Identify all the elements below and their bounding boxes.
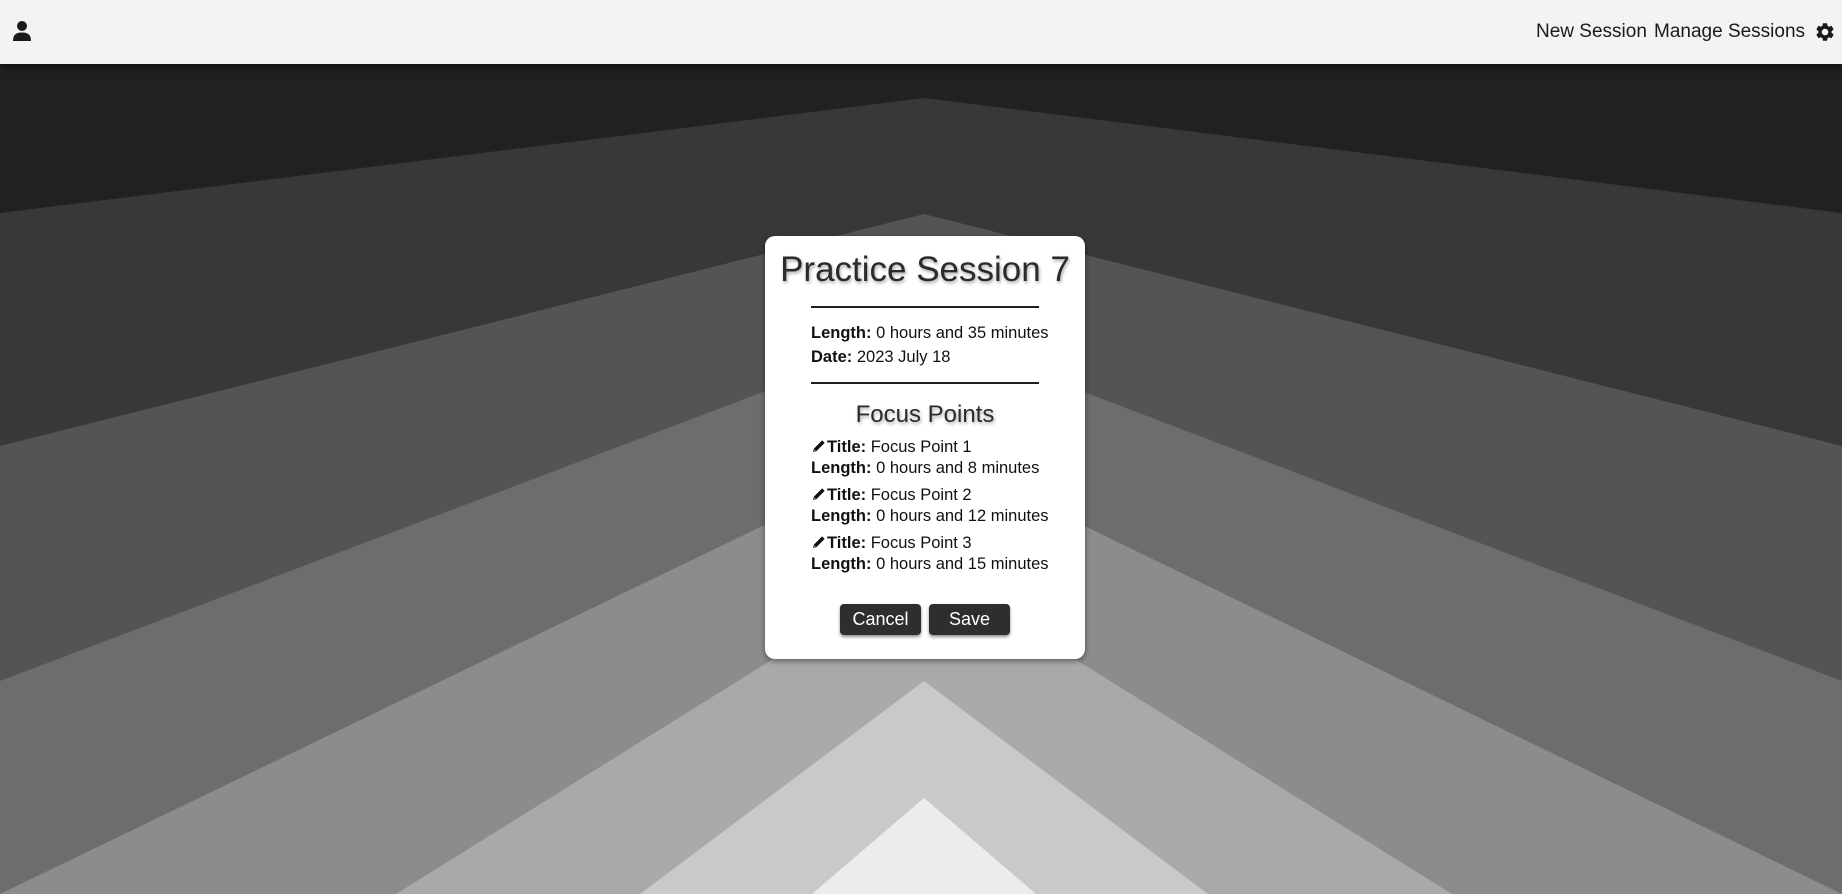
session-date-value: 2023 July 18 [856,348,951,366]
focus-point-title-label: Title: [827,486,867,504]
divider [811,306,1039,308]
focus-point-length-row: Length: 0 hours and 12 minutes [811,505,1049,527]
session-length-label: Length: [811,324,872,342]
user-icon[interactable] [12,20,32,42]
focus-point-length-label: Length: [811,459,872,477]
focus-point-item: Title: Focus Point 3 Length: 0 hours and… [811,532,1051,576]
save-button[interactable]: Save [929,604,1010,635]
pencil-icon[interactable] [811,439,826,454]
session-length: Length: 0 hours and 35 minutes [811,322,1049,344]
cancel-button[interactable]: Cancel [840,604,921,635]
divider [811,382,1039,384]
focus-point-title-row: Title: Focus Point 1 [811,436,972,458]
top-navigation-bar: New Session Manage Sessions [0,0,1842,64]
focus-point-title: Focus Point 2 [870,486,972,504]
gear-icon[interactable] [1814,21,1836,43]
session-length-value: 0 hours and 35 minutes [876,324,1049,342]
focus-point-length-label: Length: [811,555,872,573]
focus-point-length: 0 hours and 12 minutes [876,507,1049,525]
focus-point-title: Focus Point 1 [870,438,972,456]
focus-point-item: Title: Focus Point 2 Length: 0 hours and… [811,484,1051,528]
new-session-link[interactable]: New Session [1536,20,1647,44]
pencil-icon[interactable] [811,535,826,550]
manage-sessions-link[interactable]: Manage Sessions [1654,20,1805,44]
session-date-label: Date: [811,348,853,366]
session-title: Practice Session 7 [780,250,1070,289]
focus-point-length: 0 hours and 15 minutes [876,555,1049,573]
session-date: Date: 2023 July 18 [811,346,950,368]
focus-point-length-row: Length: 0 hours and 15 minutes [811,553,1049,575]
pencil-icon[interactable] [811,487,826,502]
focus-point-length-label: Length: [811,507,872,525]
focus-point-title-label: Title: [827,438,867,456]
focus-points-heading: Focus Points [855,401,995,428]
focus-point-item: Title: Focus Point 1 Length: 0 hours and… [811,436,1051,480]
focus-point-length: 0 hours and 8 minutes [876,459,1040,477]
focus-point-title-label: Title: [827,534,867,552]
focus-point-title-row: Title: Focus Point 3 [811,532,972,554]
focus-point-title: Focus Point 3 [870,534,972,552]
session-summary-card: Practice Session 7 Length: 0 hours and 3… [765,236,1085,659]
focus-point-length-row: Length: 0 hours and 8 minutes [811,457,1039,479]
focus-point-title-row: Title: Focus Point 2 [811,484,972,506]
